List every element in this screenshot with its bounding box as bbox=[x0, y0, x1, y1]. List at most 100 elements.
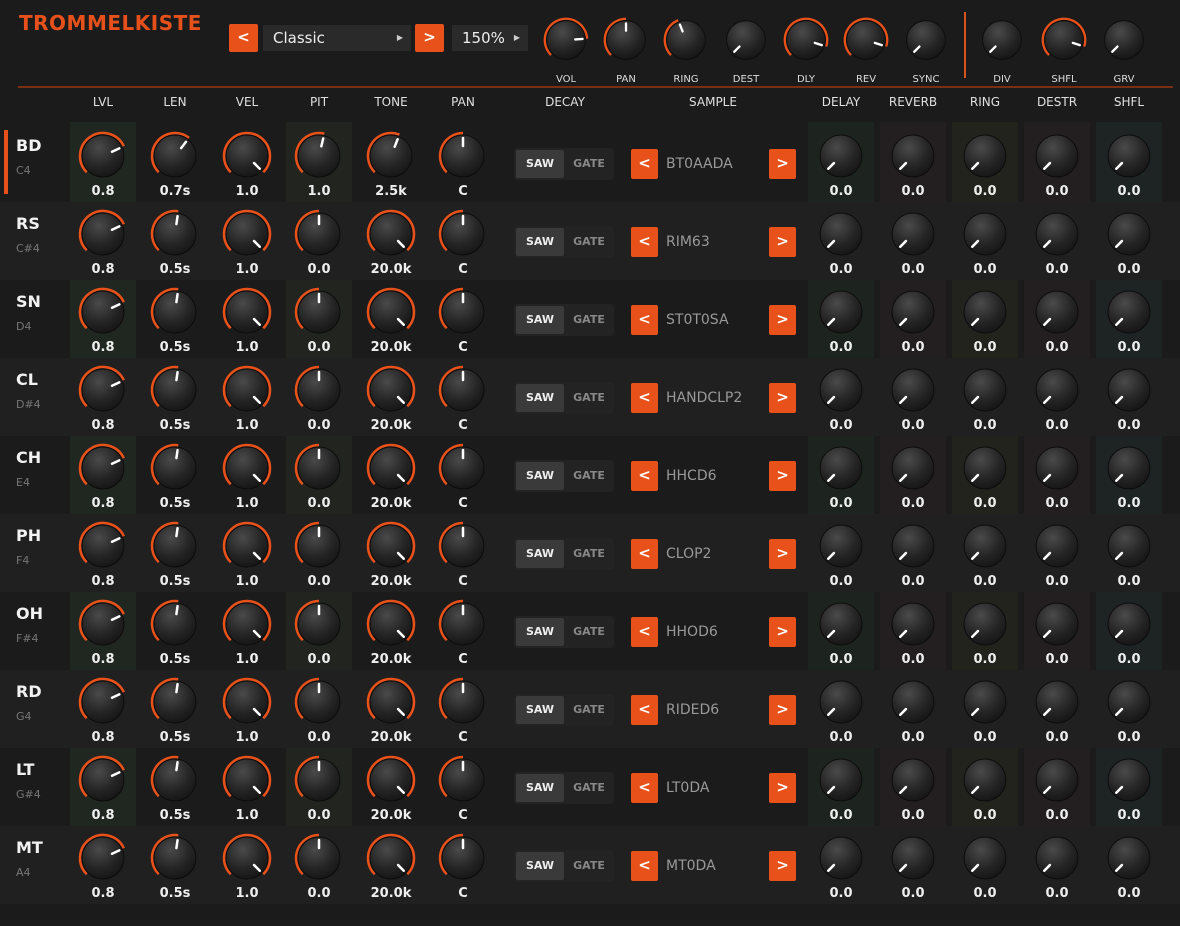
knob-shfl[interactable] bbox=[1103, 520, 1155, 572]
decay-gate-button[interactable]: GATE bbox=[566, 462, 612, 490]
global-knob-rev[interactable]: REV bbox=[842, 16, 890, 85]
knob-len[interactable] bbox=[149, 208, 201, 260]
sample-next-button[interactable]: > bbox=[769, 227, 796, 257]
decay-gate-button[interactable]: GATE bbox=[566, 696, 612, 724]
decay-gate-button[interactable]: GATE bbox=[566, 150, 612, 178]
sample-prev-button[interactable]: < bbox=[631, 305, 658, 335]
sample-prev-button[interactable]: < bbox=[631, 773, 658, 803]
knob-ring[interactable] bbox=[959, 208, 1011, 260]
knob-len[interactable] bbox=[149, 832, 201, 884]
knob-pan[interactable] bbox=[437, 130, 489, 182]
knob-shfl[interactable] bbox=[1103, 832, 1155, 884]
sample-prev-button[interactable]: < bbox=[631, 383, 658, 413]
knob-shfl[interactable] bbox=[1103, 754, 1155, 806]
knob-pit[interactable] bbox=[293, 520, 345, 572]
knob-shfl[interactable] bbox=[1103, 286, 1155, 338]
knob-pit[interactable] bbox=[293, 754, 345, 806]
sample-prev-button[interactable]: < bbox=[631, 461, 658, 491]
knob-ring[interactable] bbox=[959, 832, 1011, 884]
knob-vel[interactable] bbox=[221, 286, 273, 338]
knob-delay[interactable] bbox=[815, 364, 867, 416]
global-knob-grv[interactable]: GRV bbox=[1100, 16, 1148, 85]
knob-ring[interactable] bbox=[959, 364, 1011, 416]
knob-tone[interactable] bbox=[365, 520, 417, 572]
knob-tone[interactable] bbox=[365, 832, 417, 884]
knob-pan[interactable] bbox=[437, 208, 489, 260]
track-row-ch[interactable]: CH E4 0.8 0.5s 1.0 0.0 20.0k C SAW GATE < HHCD6 >0.0… bbox=[0, 436, 1180, 514]
track-row-lt[interactable]: LT G#4 0.8 0.5s 1.0 0.0 20.0k C SAW GATE < LT0DA >0.… bbox=[0, 748, 1180, 826]
knob-pit[interactable] bbox=[293, 286, 345, 338]
global-knob-sync[interactable]: SYNC bbox=[902, 16, 950, 85]
knob-ring[interactable] bbox=[959, 676, 1011, 728]
sample-next-button[interactable]: > bbox=[769, 539, 796, 569]
knob-destr[interactable] bbox=[1031, 442, 1083, 494]
knob-shfl[interactable] bbox=[1103, 364, 1155, 416]
decay-saw-button[interactable]: SAW bbox=[516, 306, 564, 334]
global-knob-dly[interactable]: DLY bbox=[782, 16, 830, 85]
knob-destr[interactable] bbox=[1031, 208, 1083, 260]
knob-delay[interactable] bbox=[815, 520, 867, 572]
knob-delay[interactable] bbox=[815, 130, 867, 182]
knob-len[interactable] bbox=[149, 676, 201, 728]
knob-delay[interactable] bbox=[815, 442, 867, 494]
sample-prev-button[interactable]: < bbox=[631, 227, 658, 257]
global-knob-pan[interactable]: PAN bbox=[602, 16, 650, 85]
sample-prev-button[interactable]: < bbox=[631, 851, 658, 881]
knob-vel[interactable] bbox=[221, 364, 273, 416]
knob-reverb[interactable] bbox=[887, 598, 939, 650]
decay-gate-button[interactable]: GATE bbox=[566, 228, 612, 256]
knob-pit[interactable] bbox=[293, 598, 345, 650]
knob-pan[interactable] bbox=[437, 754, 489, 806]
knob-shfl[interactable] bbox=[1103, 442, 1155, 494]
knob-pan[interactable] bbox=[437, 832, 489, 884]
knob-pit[interactable] bbox=[293, 208, 345, 260]
knob-vel[interactable] bbox=[221, 598, 273, 650]
knob-lvl[interactable] bbox=[77, 520, 129, 572]
knob-ring[interactable] bbox=[959, 442, 1011, 494]
decay-saw-button[interactable]: SAW bbox=[516, 852, 564, 880]
track-row-rs[interactable]: RS C#4 0.8 0.5s 1.0 0.0 20.0k C SAW GATE < RIM63 >0.… bbox=[0, 202, 1180, 280]
knob-delay[interactable] bbox=[815, 598, 867, 650]
knob-reverb[interactable] bbox=[887, 754, 939, 806]
knob-tone[interactable] bbox=[365, 442, 417, 494]
knob-pan[interactable] bbox=[437, 676, 489, 728]
decay-saw-button[interactable]: SAW bbox=[516, 696, 564, 724]
knob-vel[interactable] bbox=[221, 442, 273, 494]
knob-vel[interactable] bbox=[221, 208, 273, 260]
knob-vel[interactable] bbox=[221, 676, 273, 728]
knob-shfl[interactable] bbox=[1103, 598, 1155, 650]
knob-ring[interactable] bbox=[959, 598, 1011, 650]
decay-saw-button[interactable]: SAW bbox=[516, 150, 564, 178]
knob-tone[interactable] bbox=[365, 754, 417, 806]
knob-lvl[interactable] bbox=[77, 208, 129, 260]
knob-reverb[interactable] bbox=[887, 364, 939, 416]
zoom-dropdown[interactable]: 150% ▶ bbox=[451, 24, 529, 52]
knob-len[interactable] bbox=[149, 598, 201, 650]
track-row-mt[interactable]: MT A4 0.8 0.5s 1.0 0.0 20.0k C SAW GATE < MT0DA >0.0… bbox=[0, 826, 1180, 904]
decay-saw-button[interactable]: SAW bbox=[516, 618, 564, 646]
knob-pit[interactable] bbox=[293, 364, 345, 416]
sample-next-button[interactable]: > bbox=[769, 695, 796, 725]
knob-reverb[interactable] bbox=[887, 208, 939, 260]
decay-saw-button[interactable]: SAW bbox=[516, 384, 564, 412]
decay-gate-button[interactable]: GATE bbox=[566, 384, 612, 412]
track-row-rd[interactable]: RD G4 0.8 0.5s 1.0 0.0 20.0k C SAW GATE < RIDED6 >0.… bbox=[0, 670, 1180, 748]
knob-lvl[interactable] bbox=[77, 832, 129, 884]
track-row-ph[interactable]: PH F4 0.8 0.5s 1.0 0.0 20.0k C SAW GATE < CLOP2 >0.0… bbox=[0, 514, 1180, 592]
decay-saw-button[interactable]: SAW bbox=[516, 462, 564, 490]
decay-gate-button[interactable]: GATE bbox=[566, 852, 612, 880]
knob-tone[interactable] bbox=[365, 676, 417, 728]
global-knob-vol[interactable]: VOL bbox=[542, 16, 590, 85]
knob-vel[interactable] bbox=[221, 130, 273, 182]
sample-next-button[interactable]: > bbox=[769, 461, 796, 491]
preset-prev-button[interactable]: < bbox=[229, 24, 258, 52]
knob-lvl[interactable] bbox=[77, 364, 129, 416]
decay-gate-button[interactable]: GATE bbox=[566, 306, 612, 334]
track-row-bd[interactable]: BD C4 0.8 0.7s 1.0 1.0 2.5k C SAW GATE < BT0AADA >0.… bbox=[0, 124, 1180, 202]
knob-lvl[interactable] bbox=[77, 442, 129, 494]
sample-prev-button[interactable]: < bbox=[631, 539, 658, 569]
knob-reverb[interactable] bbox=[887, 832, 939, 884]
knob-reverb[interactable] bbox=[887, 520, 939, 572]
knob-reverb[interactable] bbox=[887, 676, 939, 728]
knob-ring[interactable] bbox=[959, 286, 1011, 338]
